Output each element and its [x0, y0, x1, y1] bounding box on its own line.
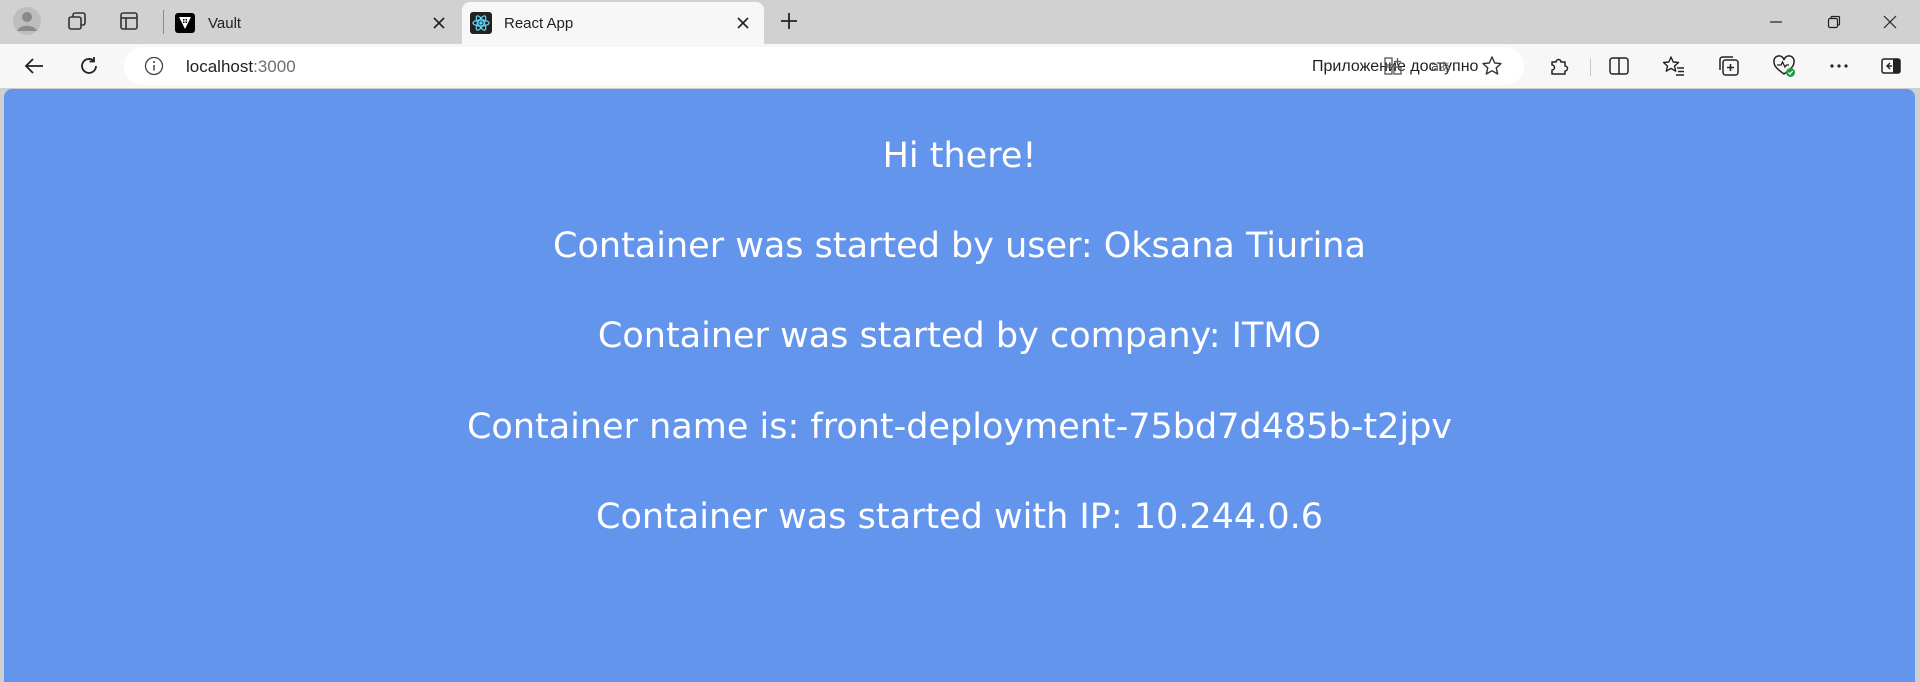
plus-icon — [781, 13, 797, 29]
page-viewport: Hi there! Container was started by user:… — [4, 89, 1915, 682]
tab-title: Vault — [208, 14, 242, 32]
refresh-icon — [81, 57, 97, 74]
restore-button[interactable] — [1806, 0, 1862, 44]
react-icon — [470, 12, 492, 34]
new-tab-button[interactable] — [772, 6, 806, 36]
greeting-text: Hi there! — [882, 136, 1037, 176]
started-by-user-text: Container was started by user: Oksana Ti… — [553, 226, 1366, 266]
vault-icon — [174, 12, 196, 34]
address-bar[interactable]: localhost:3000 Приложение доступно a あ — [124, 47, 1524, 85]
sidebar-icon — [1881, 58, 1901, 74]
tab-separator — [163, 10, 164, 34]
url-host: localhost — [186, 57, 254, 76]
split-screen-icon — [1609, 57, 1629, 75]
puzzle-icon — [1551, 58, 1569, 75]
translate-button[interactable]: a あ — [1430, 54, 1456, 78]
star-icon — [1482, 56, 1502, 75]
sidebar-toggle-button[interactable] — [1872, 49, 1910, 83]
refresh-button[interactable] — [71, 49, 107, 83]
more-icon — [1830, 64, 1848, 68]
apps-icon — [1384, 57, 1402, 75]
minimize-icon — [1770, 21, 1782, 23]
svg-text:あ: あ — [1439, 60, 1451, 74]
tab-bar: Vault React App — [0, 0, 1920, 44]
collections-icon — [1719, 56, 1739, 76]
favorites-button[interactable] — [1655, 49, 1693, 83]
close-tab-button[interactable] — [728, 8, 758, 38]
url-text[interactable]: localhost:3000 — [186, 57, 296, 77]
close-icon — [737, 17, 749, 29]
browser-essentials-button[interactable] — [1765, 49, 1803, 83]
tab-vault[interactable]: Vault — [166, 2, 460, 44]
collections-button[interactable] — [1710, 49, 1748, 83]
browser-toolbar: localhost:3000 Приложение доступно a あ — [0, 44, 1920, 88]
toolbar-separator — [1590, 58, 1591, 76]
settings-more-button[interactable] — [1820, 49, 1858, 83]
tab-actions-button[interactable] — [112, 6, 146, 36]
vertical-tabs-icon — [120, 12, 138, 30]
avatar-icon — [13, 7, 41, 35]
close-tab-button[interactable] — [424, 8, 454, 38]
profile-button[interactable] — [10, 6, 44, 36]
tab-title: React App — [504, 14, 574, 32]
install-app-button[interactable] — [1380, 54, 1406, 78]
tab-react-app[interactable]: React App — [462, 2, 764, 44]
extensions-button[interactable] — [1540, 49, 1578, 83]
svg-text:a: a — [1431, 60, 1439, 75]
started-by-company-text: Container was started by company: ITMO — [597, 316, 1322, 356]
workspaces-button[interactable] — [60, 6, 94, 36]
info-icon[interactable] — [144, 56, 164, 76]
container-name-text: Container name is: front-deployment-75bd… — [466, 407, 1453, 447]
translate-icon: a あ — [1431, 60, 1451, 75]
started-with-ip-text: Container was started with IP: 10.244.0.… — [596, 497, 1323, 537]
back-button[interactable] — [16, 49, 52, 83]
favorites-list-icon — [1662, 56, 1684, 76]
restore-icon — [1827, 15, 1841, 29]
heart-pulse-icon — [1773, 55, 1795, 77]
split-screen-button[interactable] — [1600, 49, 1638, 83]
url-port: :3000 — [253, 57, 296, 76]
minimize-button[interactable] — [1748, 0, 1804, 44]
arrow-left-icon — [24, 58, 43, 74]
workspaces-icon — [68, 12, 86, 30]
close-icon — [433, 17, 445, 29]
close-window-button[interactable] — [1862, 0, 1918, 44]
favorite-button[interactable] — [1479, 54, 1505, 78]
close-icon — [1883, 15, 1897, 29]
